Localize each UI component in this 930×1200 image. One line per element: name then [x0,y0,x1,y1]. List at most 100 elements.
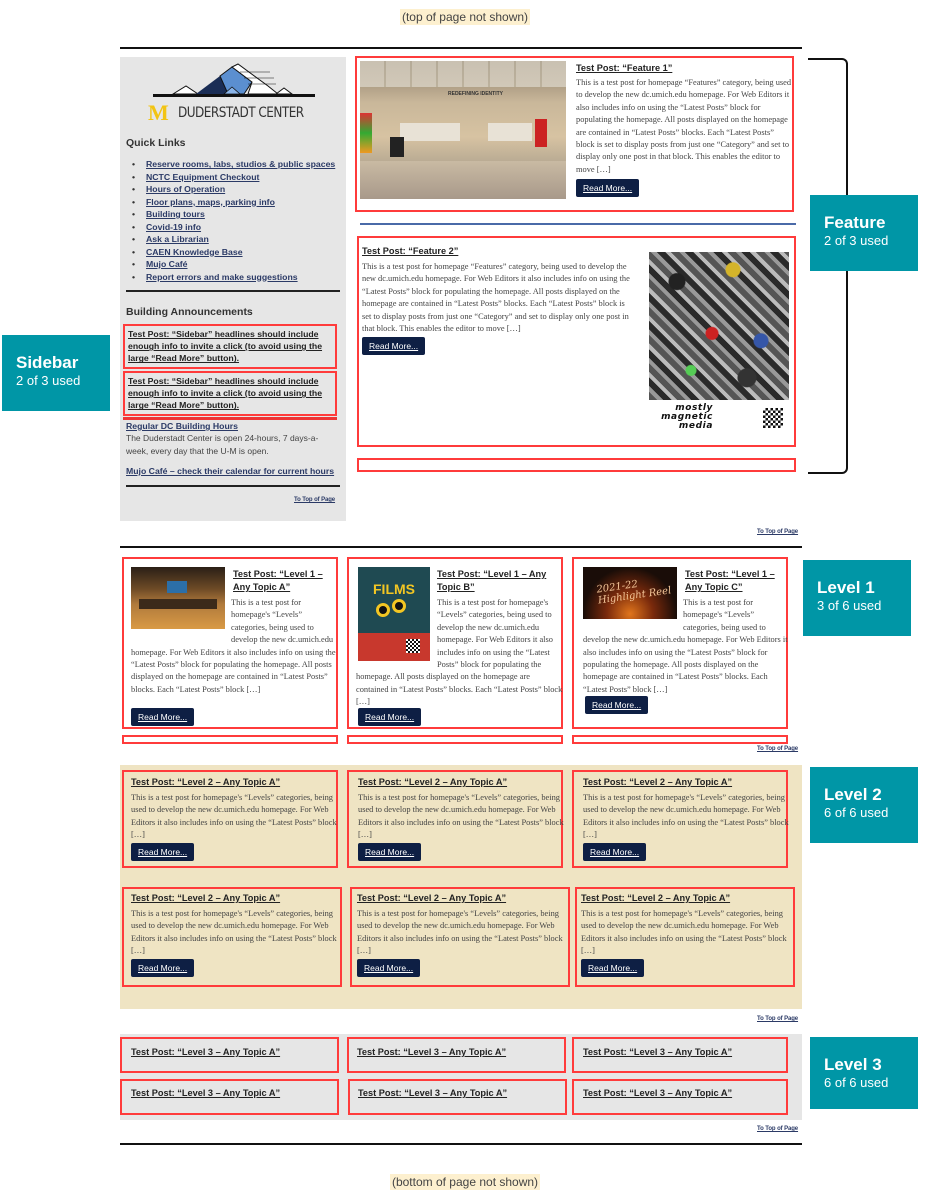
post-title-link[interactable]: Test Post: “Level 2 – Any Topic A” [358,776,566,789]
quick-link-mujo[interactable]: Mujo Café [146,259,188,269]
quick-links-title: Quick Links [126,137,186,149]
image-art [360,113,372,153]
read-more-button[interactable]: Read More... [585,696,649,714]
read-more-button[interactable]: Read More... [583,842,647,861]
building-hours-link[interactable]: Regular DC Building Hours [126,421,238,431]
post-title-link[interactable]: Test Post: “Level 3 – Any Topic A” [131,1046,280,1059]
image-caption: mostly magnetic media [651,404,713,431]
post-excerpt: This is a test post for homepage's “Leve… [583,793,789,840]
post-title-link[interactable]: Test Post: “Feature 2” [362,245,634,258]
level3-post: Test Post: “Level 3 – Any Topic A” [348,1079,567,1115]
post-title-link[interactable]: Test Post: “Level 3 – Any Topic A” [357,1046,506,1059]
read-more-button[interactable]: Read More... [131,708,195,726]
top-note: (top of page not shown) [0,9,930,25]
logo-wordmark: M DUDERSTADT CENTER [148,100,318,125]
sidebar-divider [126,290,340,292]
quick-link-covid[interactable]: Covid-19 info [146,222,201,232]
level2-callout: Level 2 6 of 6 used [810,767,918,843]
level2-post-content: Test Post: “Level 2 – Any Topic A” This … [131,776,339,861]
quick-link-equipment-checkout[interactable]: NCTC Equipment Checkout [146,172,259,182]
level1-post: 2021-22 Highlight Reel Test Post: “Level… [572,557,788,729]
read-more-button[interactable]: Read More... [358,708,422,726]
read-more-button[interactable]: Read More... [581,958,645,977]
sidebar-post-title[interactable]: Test Post: “Sidebar” headlines should in… [128,329,322,363]
level1-empty-slot [572,735,788,744]
post-excerpt: This is a test post for homepage's “Leve… [358,793,564,840]
image-caption: FILMS [373,581,415,597]
quick-link-report-errors[interactable]: Report errors and make suggestions [146,272,298,282]
post-title-link[interactable]: Test Post: “Level 2 – Any Topic A” [581,892,793,905]
post-title-link[interactable]: Test Post: “Level 3 – Any Topic A” [583,1087,732,1100]
quick-link-ask-librarian[interactable]: Ask a Librarian [146,234,209,244]
to-top-link[interactable]: To Top of Page [757,746,798,752]
post-title-link[interactable]: Test Post: “Level 3 – Any Topic A” [583,1046,732,1059]
feature-2-image[interactable]: mostly magnetic media [649,252,789,434]
quick-link-building-tours[interactable]: Building tours [146,209,205,219]
level2-post: Test Post: “Level 2 – Any Topic A” This … [572,770,789,868]
post-excerpt: This is a test post for homepage's “Leve… [356,597,563,709]
image-panel [400,123,460,141]
sidebar-post[interactable]: Test Post: “Sidebar” headlines should in… [123,371,337,416]
read-more-button[interactable]: Read More... [362,337,426,356]
read-more-button[interactable]: Read More... [357,958,421,977]
bottom-note-text: (bottom of page not shown) [389,1174,541,1190]
quick-link-item: Building tours [132,208,335,221]
sidebar-divider [126,485,340,487]
post-title-link[interactable]: Test Post: “Level 2 – Any Topic A” [357,892,569,905]
to-top-link[interactable]: To Top of Page [757,1016,798,1022]
read-more-button[interactable]: Read More... [131,842,195,861]
post-title-link[interactable]: Test Post: “Level 2 – Any Topic A” [583,776,789,789]
callout-title: Feature [824,213,886,232]
section-divider-top [120,47,802,49]
quick-link-hours[interactable]: Hours of Operation [146,184,225,194]
read-more-button[interactable]: Read More... [576,179,640,198]
feature-empty-slot [357,458,796,472]
post-title-link[interactable]: Test Post: “Feature 1” [576,62,792,75]
callout-title: Level 1 [817,578,875,597]
post-excerpt: This is a test post for homepage “Featur… [576,78,792,174]
sidebar-callout: Sidebar 2 of 3 used [2,335,110,411]
callout-title: Level 3 [824,1055,882,1074]
to-top-link[interactable]: To Top of Page [294,497,335,503]
to-top-link[interactable]: To Top of Page [757,1126,798,1132]
sidebar-post-title[interactable]: Test Post: “Sidebar” headlines should in… [128,376,322,410]
duderstadt-logo[interactable]: M DUDERSTADT CENTER [148,62,318,125]
feature-2-content: Test Post: “Feature 2” This is a test po… [362,245,634,356]
post-title-link[interactable]: Test Post: “Level 2 – Any Topic A” [131,776,339,789]
callout-subtitle: 6 of 6 used [824,805,889,820]
read-more-button[interactable]: Read More... [131,958,195,977]
callout-subtitle: 6 of 6 used [824,1075,889,1090]
image-floor [360,161,566,199]
block-m-icon: M [148,100,169,125]
image-panel [488,123,532,141]
quick-link-item: Ask a Librarian [132,233,335,246]
float-spacer [583,597,683,627]
quick-link-item: Floor plans, maps, parking info [132,196,335,209]
float-spacer [356,597,437,669]
image-ceiling [360,61,566,87]
quick-link-caen[interactable]: CAEN Knowledge Base [146,247,243,257]
post-title-link[interactable]: Test Post: “Level 1 – Any Topic A” [233,568,333,594]
read-more-button[interactable]: Read More... [358,842,422,861]
qr-code-icon [763,408,783,428]
quick-link-item: NCTC Equipment Checkout [132,171,335,184]
level3-post: Test Post: “Level 3 – Any Topic A” [572,1079,788,1115]
quick-link-floor-plans[interactable]: Floor plans, maps, parking info [146,197,275,207]
post-title-link[interactable]: Test Post: “Level 2 – Any Topic A” [131,892,343,905]
sidebar-post[interactable]: Test Post: “Sidebar” headlines should in… [123,324,337,369]
to-top-link[interactable]: To Top of Page [757,529,798,535]
callout-subtitle: 3 of 6 used [817,598,882,613]
level1-post: FILMS Test Post: “Level 1 – Any Topic B”… [347,557,563,729]
post-title-link[interactable]: Test Post: “Level 3 – Any Topic A” [131,1087,280,1100]
post-title-link[interactable]: Test Post: “Level 1 – Any Topic C” [685,568,785,594]
level2-post: Test Post: “Level 2 – Any Topic A” This … [122,887,342,987]
level3-post: Test Post: “Level 3 – Any Topic A” [120,1037,339,1073]
quick-link-item: Hours of Operation [132,183,335,196]
post-excerpt: This is a test post for homepage's “Leve… [131,793,337,840]
post-title-link[interactable]: Test Post: “Level 1 – Any Topic B” [437,568,561,594]
mujo-cafe-link[interactable]: Mujo Café – check their calendar for cur… [126,466,334,476]
feature-1-image[interactable]: REDEFINING IDENTITY [360,61,566,199]
post-title-link[interactable]: Test Post: “Level 3 – Any Topic A” [358,1087,507,1100]
section-divider-level1 [120,546,802,548]
quick-link-reserve-rooms[interactable]: Reserve rooms, labs, studios & public sp… [146,159,335,169]
